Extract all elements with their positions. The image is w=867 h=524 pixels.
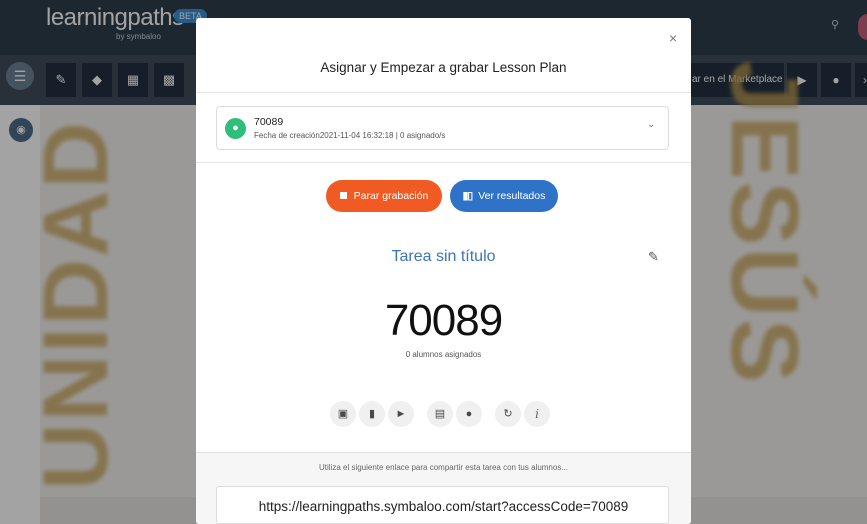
divider	[196, 92, 691, 93]
modal-title: Asignar y Empezar a grabar Lesson Plan	[320, 60, 567, 75]
close-icon[interactable]: ×	[669, 30, 677, 46]
pencil-icon[interactable]: ✎	[648, 249, 659, 265]
divider	[196, 162, 691, 163]
bar-chart-icon: ▮▯	[462, 190, 474, 202]
lesson-plan-badge-icon: ●	[225, 118, 246, 139]
megaphone-icon[interactable]: ►	[388, 401, 414, 427]
view-results-button[interactable]: ▮▯ Ver resultados	[450, 180, 558, 212]
info-icon[interactable]: i	[524, 401, 550, 427]
image-icon[interactable]: ▤	[427, 401, 453, 427]
stop-recording-button[interactable]: Parar grabación	[326, 180, 442, 212]
stop-icon	[339, 192, 347, 199]
refresh-icon[interactable]: ↻	[495, 401, 521, 427]
stop-recording-label: Parar grabación	[353, 190, 429, 202]
chevron-down-icon[interactable]: ⌄	[647, 119, 655, 130]
chat-icon[interactable]: ▮	[359, 401, 385, 427]
task-title: Tarea sin título	[391, 248, 496, 265]
share-label: Utiliza el siguiente enlace para compart…	[318, 463, 568, 472]
calendar-icon[interactable]: ▣	[330, 401, 356, 427]
lesson-plan-select[interactable]: ● 70089 Fecha de creación2021-11-04 16:3…	[216, 106, 669, 150]
lesson-plan-meta: Fecha de creación2021-11-04 16:32:18 | 0…	[254, 131, 446, 140]
view-results-label: Ver resultados	[478, 190, 546, 202]
assign-modal: × Asignar y Empezar a grabar Lesson Plan…	[196, 18, 691, 524]
share-link-field[interactable]: https://learningpaths.symbaloo.com/start…	[216, 486, 669, 524]
unlock-icon[interactable]: ●	[456, 401, 482, 427]
assigned-students-count: 0 alumnos asignados	[405, 350, 482, 359]
task-actions: ▣ ▮ ► ▤ ● ↻ i	[330, 401, 560, 431]
access-code: 70089	[384, 296, 503, 345]
share-link[interactable]: https://learningpaths.symbaloo.com/start…	[217, 499, 670, 514]
lesson-plan-code: 70089	[254, 116, 284, 128]
